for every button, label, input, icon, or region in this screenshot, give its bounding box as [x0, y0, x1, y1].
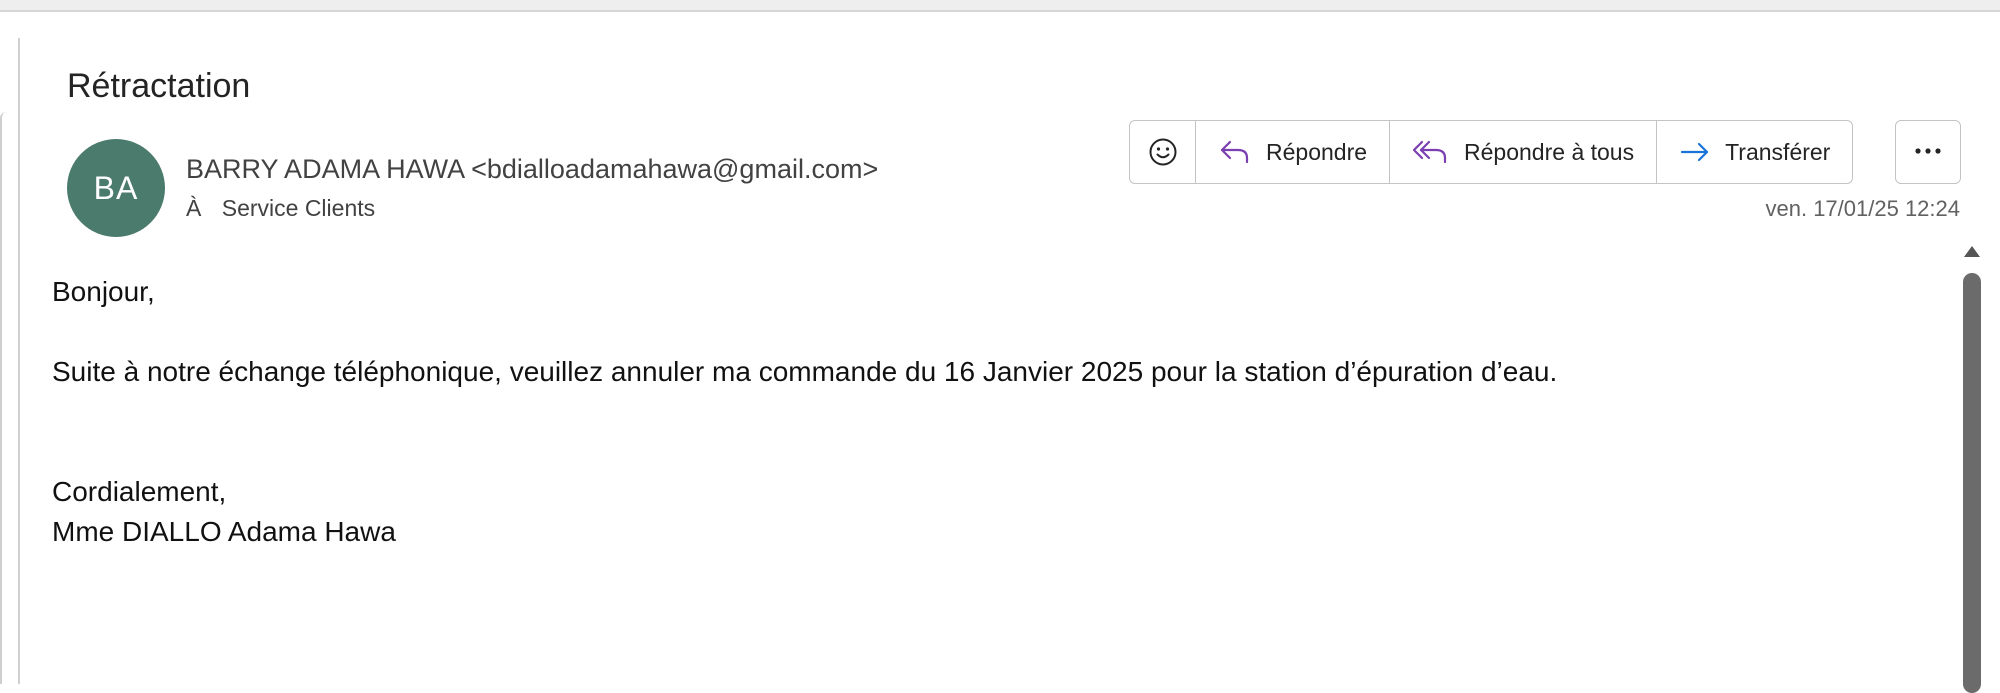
reply-all-icon: [1412, 137, 1450, 167]
email-body: Bonjour, Suite à notre échange téléphoni…: [52, 272, 1932, 552]
reply-button[interactable]: Répondre: [1196, 121, 1391, 183]
reply-label: Répondre: [1266, 138, 1368, 165]
more-horizontal-icon: [1913, 143, 1943, 161]
reading-pane-divider: [18, 38, 20, 684]
message-actions: Répondre Répondre à tous Transférer: [1129, 120, 1854, 184]
body-text: Suite à notre échange téléphonique, veui…: [52, 356, 1558, 387]
body-signature: Mme DIALLO Adama Hawa: [52, 516, 396, 547]
smiley-icon: [1148, 137, 1178, 167]
reply-icon: [1218, 137, 1252, 167]
email-subject: Rétractation: [67, 67, 251, 105]
scroll-up-arrow-icon[interactable]: [1964, 246, 1980, 257]
recipient-line: À Service Clients: [186, 192, 375, 224]
body-scrollbar[interactable]: [1961, 246, 1983, 693]
avatar-initials: BA: [93, 169, 139, 206]
message-list-edge: [0, 112, 6, 684]
recipient-name[interactable]: Service Clients: [222, 195, 375, 221]
forward-label: Transférer: [1725, 138, 1831, 165]
email-timestamp: ven. 17/01/25 12:24: [1765, 196, 1961, 221]
body-greeting: Bonjour,: [52, 276, 155, 307]
sender-avatar[interactable]: BA: [67, 139, 165, 237]
scroll-thumb[interactable]: [1963, 273, 1981, 693]
to-label: À: [186, 195, 202, 221]
more-actions-button[interactable]: [1895, 120, 1961, 184]
body-closing: Cordialement,: [52, 476, 227, 507]
react-button[interactable]: [1130, 121, 1196, 183]
top-toolbar-strip: [0, 0, 2000, 12]
reply-all-button[interactable]: Répondre à tous: [1390, 121, 1658, 183]
sender-name[interactable]: BARRY ADAMA HAWA <bdialloadamahawa@gmail…: [186, 150, 878, 188]
forward-icon: [1679, 137, 1711, 167]
reply-all-label: Répondre à tous: [1464, 138, 1635, 165]
forward-button[interactable]: Transférer: [1657, 121, 1852, 183]
